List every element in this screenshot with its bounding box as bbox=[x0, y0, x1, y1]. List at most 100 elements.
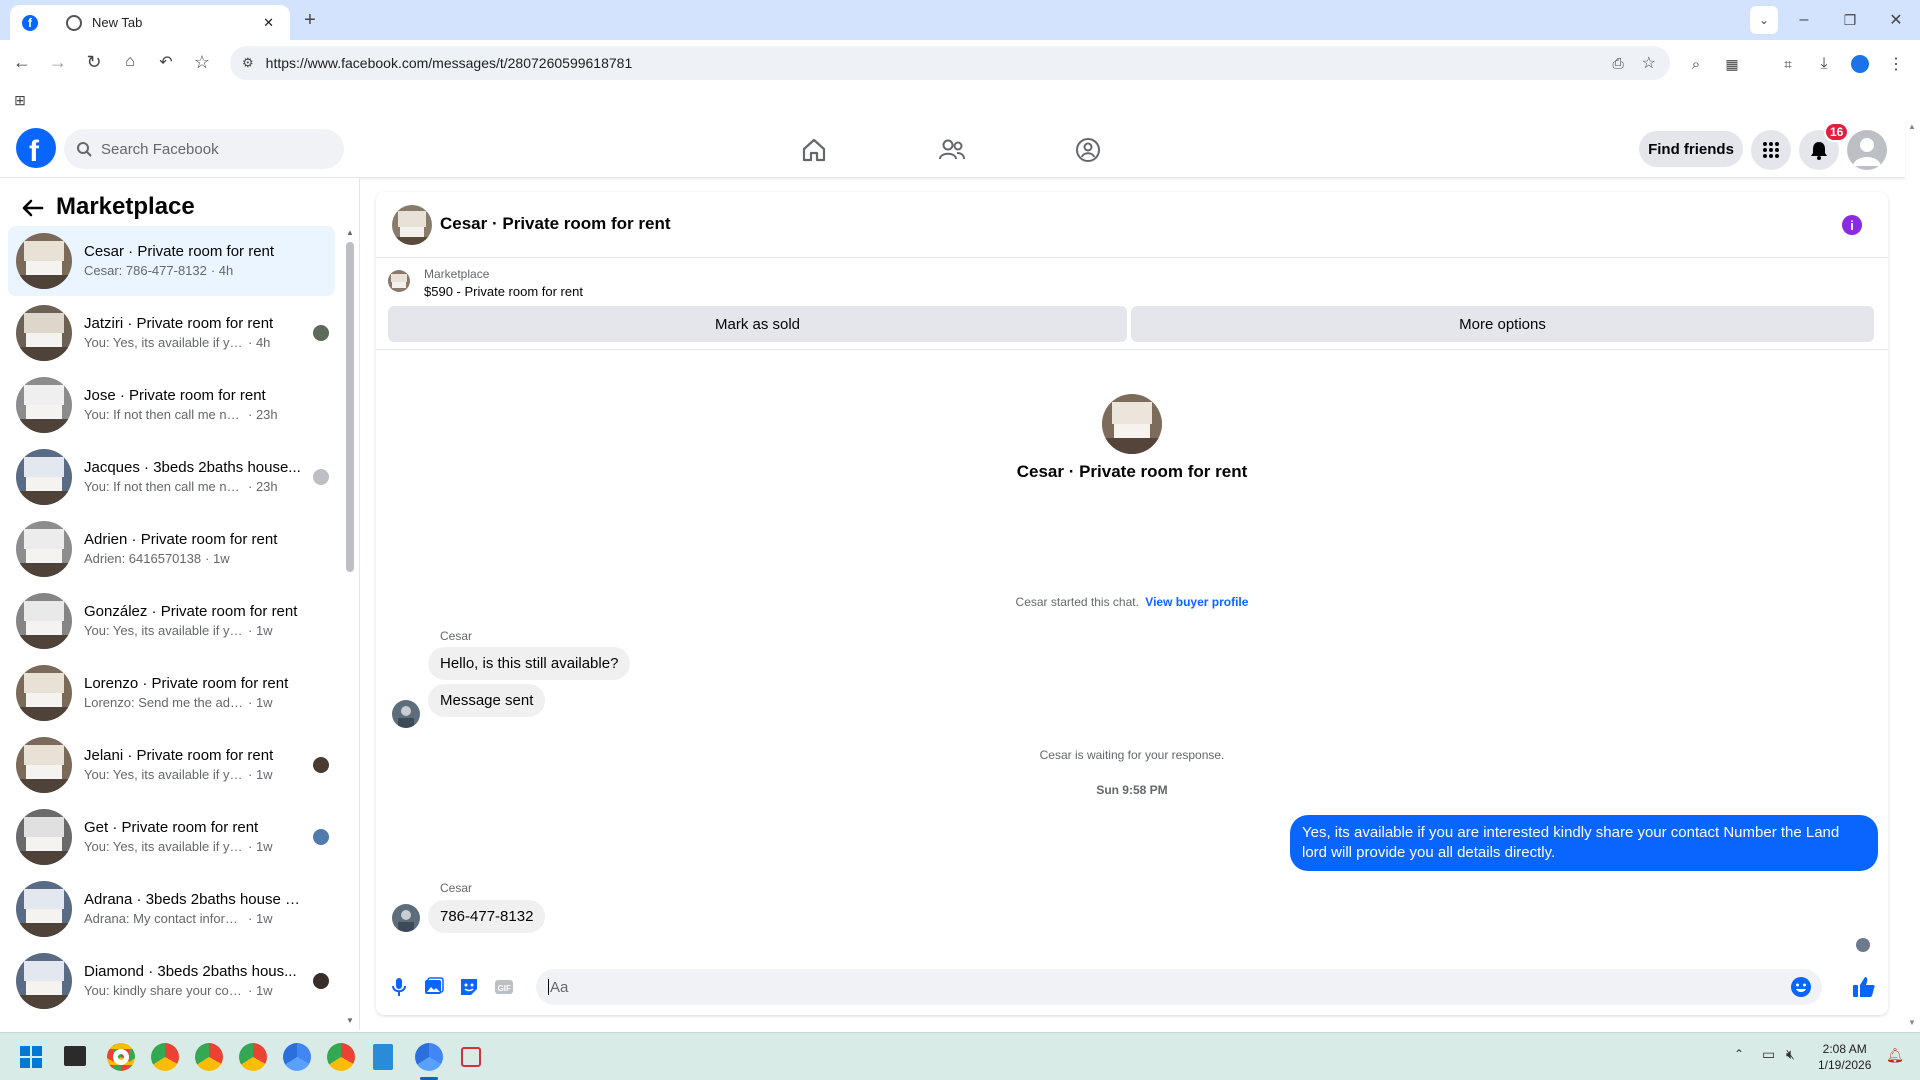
undo-icon[interactable]: ↶ bbox=[152, 48, 180, 76]
snipping-tool-icon[interactable] bbox=[461, 1047, 481, 1067]
scroll-up-arrow-icon[interactable]: ▲ bbox=[346, 228, 354, 237]
system-clock[interactable]: 2:08 AM 1/19/2026 bbox=[1818, 1041, 1871, 1073]
close-window-button[interactable]: ✕ bbox=[1882, 6, 1910, 34]
qr-code-icon[interactable]: ▦ bbox=[1718, 50, 1746, 78]
address-bar[interactable]: ⚙ https://www.facebook.com/messages/t/28… bbox=[230, 46, 1670, 80]
photo-icon[interactable] bbox=[423, 976, 445, 998]
volume-muted-icon[interactable]: 🔇︎ bbox=[1786, 1046, 1795, 1063]
conversation-item[interactable]: Jacques · 3beds 2baths house... You: If n… bbox=[8, 442, 335, 512]
conversation-avatar[interactable] bbox=[16, 737, 72, 793]
screenshot-icon[interactable]: ⌗ bbox=[1774, 50, 1802, 78]
chrome-app-icon[interactable] bbox=[151, 1043, 179, 1071]
scrollbar-thumb[interactable] bbox=[346, 242, 354, 572]
home-icon[interactable]: ⌂ bbox=[116, 48, 144, 76]
minimize-button[interactable]: – bbox=[1790, 6, 1818, 34]
conversation-item[interactable]: González · Private room for rent You: Yes… bbox=[8, 586, 335, 656]
message-input[interactable]: Aa bbox=[536, 969, 1822, 1005]
chrome-app-icon[interactable] bbox=[283, 1043, 311, 1071]
chrome-app-icon[interactable] bbox=[239, 1043, 267, 1071]
conversation-avatar[interactable] bbox=[16, 665, 72, 721]
facebook-logo-icon[interactable]: f bbox=[16, 128, 56, 168]
conversation-item[interactable]: Jelani · Private room for rent You: Yes, … bbox=[8, 730, 335, 800]
page-scroll-down-icon[interactable]: ▼ bbox=[1908, 1018, 1916, 1027]
conversation-item[interactable]: Jatziri · Private room for rent You: Yes,… bbox=[8, 298, 335, 368]
tab-new-tab[interactable]: New Tab ✕ bbox=[54, 5, 286, 40]
center-listing-avatar[interactable] bbox=[1102, 394, 1162, 454]
file-explorer-icon[interactable] bbox=[64, 1046, 86, 1066]
scroll-down-arrow-icon[interactable]: ▼ bbox=[346, 1016, 354, 1025]
windows-start-icon[interactable] bbox=[20, 1046, 42, 1068]
site-info-icon[interactable]: ⚙ bbox=[242, 55, 254, 71]
conversation-item[interactable]: Lorenzo · Private room for rent Lorenzo: … bbox=[8, 658, 335, 728]
bookmark-page-icon[interactable]: ☆ bbox=[1642, 53, 1656, 73]
forward-icon[interactable]: → bbox=[44, 48, 72, 76]
message-bubble[interactable]: Hello, is this still available? bbox=[428, 647, 631, 680]
conversation-item[interactable]: Adrana · 3beds 2baths house fo... Adrana:… bbox=[8, 874, 335, 944]
install-app-icon[interactable]: ⎙ bbox=[1612, 55, 1623, 72]
tab-search-icon[interactable]: ⌄ bbox=[1750, 6, 1778, 34]
microphone-icon[interactable] bbox=[388, 976, 410, 998]
find-friends-button[interactable]: Find friends bbox=[1639, 131, 1743, 167]
browser-menu-icon[interactable]: ⋮ bbox=[1882, 50, 1910, 78]
chrome-active-app-icon[interactable] bbox=[415, 1043, 443, 1071]
chrome-app-icon[interactable] bbox=[195, 1043, 223, 1071]
sender-avatar[interactable] bbox=[392, 700, 420, 728]
mark-as-sold-button[interactable]: Mark as sold bbox=[388, 306, 1127, 342]
page-scroll-up-icon[interactable]: ▲ bbox=[1908, 122, 1916, 131]
bookmark-star-icon[interactable]: ☆ bbox=[188, 48, 216, 76]
sender-avatar[interactable] bbox=[392, 904, 420, 932]
back-arrow-icon[interactable] bbox=[18, 194, 46, 222]
conversation-avatar[interactable] bbox=[16, 521, 72, 577]
nav-groups-icon[interactable] bbox=[1064, 130, 1112, 170]
url-text[interactable]: https://www.facebook.com/messages/t/2807… bbox=[266, 55, 633, 71]
new-tab-button[interactable]: + bbox=[296, 6, 324, 34]
conversation-item[interactable]: Cesar · Private room for rent Cesar: 786-… bbox=[8, 226, 335, 296]
close-tab-icon[interactable]: ✕ bbox=[263, 15, 274, 31]
zoom-icon[interactable]: ⌕ bbox=[1682, 50, 1710, 78]
conversation-item[interactable]: Jose · Private room for rent You: If not … bbox=[8, 370, 335, 440]
like-thumbs-up-icon[interactable] bbox=[1851, 974, 1877, 1000]
view-buyer-profile-link[interactable]: View buyer profile bbox=[1145, 595, 1248, 609]
listing-price-title[interactable]: $590 - Private room for rent bbox=[424, 284, 583, 299]
conversation-avatar[interactable] bbox=[16, 809, 72, 865]
nav-home-icon[interactable] bbox=[790, 130, 838, 170]
gif-icon[interactable]: GIF bbox=[493, 976, 515, 998]
network-icon[interactable]: ▭ bbox=[1762, 1046, 1775, 1063]
menu-grid-icon[interactable] bbox=[1751, 130, 1791, 170]
profile-icon[interactable] bbox=[1846, 50, 1874, 78]
conversation-info-icon[interactable]: i bbox=[1842, 215, 1862, 235]
conversation-item[interactable]: Get · Private room for rent You: Yes, its… bbox=[8, 802, 335, 872]
page-scrollbar[interactable] bbox=[1906, 120, 1920, 1030]
restore-button[interactable]: ❐ bbox=[1836, 6, 1864, 34]
notification-bell-icon[interactable]: 🔔︎ bbox=[1886, 1047, 1904, 1064]
conversation-avatar[interactable] bbox=[16, 305, 72, 361]
notepad-icon[interactable] bbox=[373, 1044, 393, 1070]
conversation-avatar[interactable] bbox=[16, 881, 72, 937]
my-message-bubble[interactable]: Yes, its available if you are interested… bbox=[1290, 815, 1878, 871]
reload-icon[interactable]: ↻ bbox=[80, 48, 108, 76]
conversation-avatar[interactable] bbox=[16, 233, 72, 289]
more-options-button[interactable]: More options bbox=[1131, 306, 1874, 342]
conversation-item[interactable]: Adrien · Private room for rent Adrien: 64… bbox=[8, 514, 335, 584]
sticker-icon[interactable] bbox=[458, 976, 480, 998]
emoji-icon[interactable] bbox=[1790, 976, 1812, 998]
chat-title[interactable]: Cesar · Private room for rent bbox=[440, 214, 671, 234]
account-avatar[interactable] bbox=[1847, 130, 1887, 170]
chrome-app-icon[interactable] bbox=[327, 1043, 355, 1071]
message-bubble[interactable]: Message sent bbox=[428, 684, 546, 717]
back-icon[interactable]: ← bbox=[8, 48, 36, 76]
chrome-app-icon[interactable] bbox=[107, 1043, 135, 1071]
listing-thumbnail[interactable] bbox=[388, 270, 410, 292]
facebook-search-input[interactable]: Search Facebook bbox=[64, 129, 344, 169]
nav-friends-icon[interactable] bbox=[928, 130, 976, 170]
conversation-item[interactable]: Diamond · 3beds 2baths hous... You: kindl… bbox=[8, 946, 335, 1016]
tray-chevron-icon[interactable]: ⌃ bbox=[1734, 1047, 1744, 1061]
download-icon[interactable]: ⤓ bbox=[1810, 50, 1838, 78]
chat-avatar[interactable] bbox=[392, 205, 432, 245]
conversation-avatar[interactable] bbox=[16, 953, 72, 1009]
conversation-avatar[interactable] bbox=[16, 449, 72, 505]
conversation-avatar[interactable] bbox=[16, 593, 72, 649]
apps-grid-icon[interactable]: ⊞ bbox=[6, 86, 34, 114]
message-bubble[interactable]: 786-477-8132 bbox=[428, 900, 546, 933]
conversation-avatar[interactable] bbox=[16, 377, 72, 433]
